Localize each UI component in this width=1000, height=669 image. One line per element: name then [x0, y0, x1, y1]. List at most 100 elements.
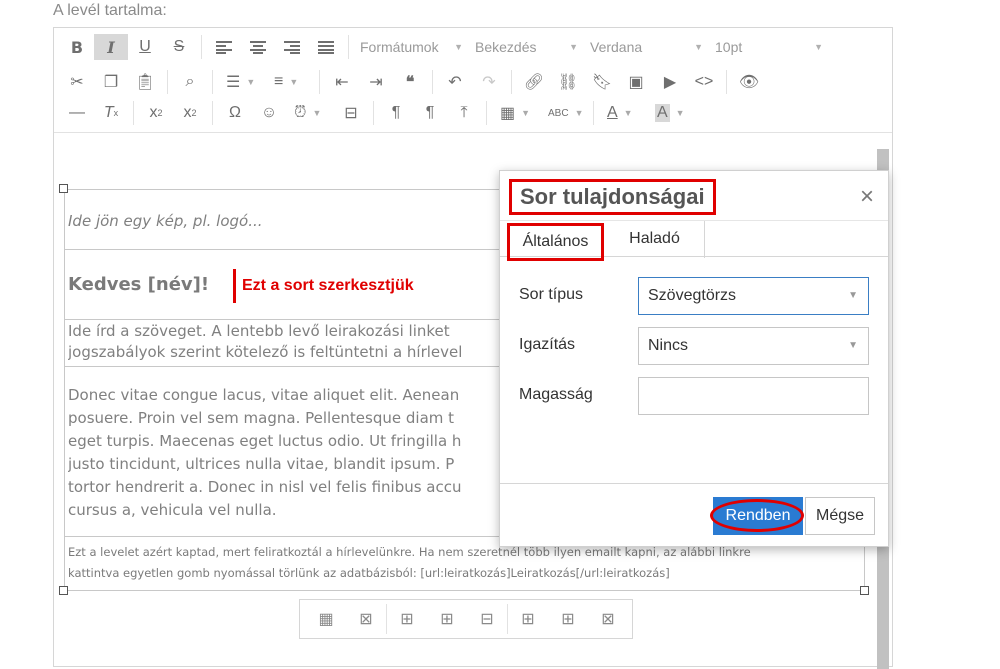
alignment-value: Nincs [648, 337, 689, 354]
toolbar-separator [201, 35, 202, 59]
clear-format-icon[interactable]: Tx [94, 100, 128, 126]
blockquote-icon[interactable]: ❝ [393, 69, 427, 95]
toolbar-separator [593, 101, 594, 125]
strikethrough-icon[interactable]: S [162, 34, 196, 60]
resize-handle-bottom-right[interactable] [860, 586, 869, 595]
page-break-icon[interactable]: ⊟ [334, 100, 368, 126]
toolbar-separator [319, 70, 320, 94]
delete-row-icon[interactable]: ⊟ [467, 604, 507, 634]
annotation-note: Ezt a sort szerkesztjük [233, 269, 414, 303]
height-field: Magasság [519, 377, 871, 415]
table-icon[interactable]: ▦ ▼ [492, 100, 540, 126]
ok-button[interactable]: Rendben [710, 497, 804, 535]
tab-advanced[interactable]: Haladó [605, 221, 705, 258]
superscript-icon[interactable]: x2 [173, 100, 207, 126]
align-left-icon[interactable] [207, 34, 241, 60]
insert-row-after-icon[interactable]: ⊞ [427, 604, 467, 634]
insert-row-before-icon[interactable]: ⊞ [387, 604, 427, 634]
numbered-list-icon[interactable]: ≡ ▼ [266, 69, 314, 95]
cancel-button[interactable]: Mégse [805, 497, 875, 535]
font-size-label: 10pt [715, 39, 743, 55]
find-replace-icon[interactable]: ⌕ [173, 69, 207, 95]
toolbar-separator [511, 70, 512, 94]
body-line: posuere. Proin vel sem magna. Pellentesq… [68, 409, 455, 427]
redo-icon[interactable]: ↷ [472, 69, 506, 95]
font-family-label: Verdana [590, 39, 643, 55]
bold-icon[interactable]: B [60, 34, 94, 60]
media-icon[interactable]: ▶ [653, 69, 687, 95]
toolbar-separator [486, 101, 487, 125]
outdent-icon[interactable]: ⇤ [325, 69, 359, 95]
align-center-icon[interactable] [241, 34, 275, 60]
chevron-down-icon: ▼ [848, 290, 858, 301]
row-type-select[interactable]: Szövegtörzs ▼ [638, 277, 869, 315]
link-icon[interactable]: 🔗︎ [517, 69, 551, 95]
bullet-list-icon[interactable]: ☰ ▼ [218, 69, 266, 95]
spellcheck-icon[interactable]: ABC ▼ [540, 100, 588, 126]
toolbar-separator [212, 70, 213, 94]
insert-datetime-icon[interactable]: ⏰︎ ▼ [286, 100, 334, 126]
indent-icon[interactable]: ⇥ [359, 69, 393, 95]
intro-line: jogszabályok szerint kötelező is feltünt… [68, 343, 463, 361]
image-icon[interactable]: ▣ [619, 69, 653, 95]
font-size-dropdown[interactable]: 10pt ▼ [709, 34, 829, 60]
chevron-down-icon: ▼ [814, 42, 823, 52]
insert-column-after-icon[interactable]: ⊞ [548, 604, 588, 634]
alignment-label: Igazítás [519, 336, 576, 353]
intro-line: Ide írd a szöveget. A lentebb levő leira… [68, 322, 450, 340]
body-paragraph: Donec vitae congue lacus, vitae aliquet … [68, 384, 498, 522]
table-properties-icon[interactable]: ▦ [306, 604, 346, 634]
underline-icon[interactable]: U [128, 34, 162, 60]
toolbar-separator [348, 35, 349, 59]
toolbar-row-1: B I U S Formátumok ▼ Bekezdés ▼ Verdana ▼ 1… [60, 33, 829, 61]
subscript-icon[interactable]: x2 [139, 100, 173, 126]
text-color-icon[interactable]: A ▼ [599, 100, 647, 126]
italic-icon[interactable]: I [94, 34, 128, 60]
toolbar-separator [212, 101, 213, 125]
toolbar-row-3: — Tx x2 x2 Ω ☺ ⏰︎ ▼ ⊟ ¶ ¶ ⤒ ▦ ▼ ABC ▼ A ▼ A ▼ [60, 99, 695, 127]
show-invisibles-icon[interactable]: ¶ [413, 100, 447, 126]
cut-icon[interactable]: ✂ [60, 69, 94, 95]
close-icon[interactable]: × [860, 183, 874, 211]
resize-handle-top-left[interactable] [59, 184, 68, 193]
special-char-omega-icon[interactable]: Ω [218, 100, 252, 126]
block-format-dropdown[interactable]: Bekezdés ▼ [469, 34, 584, 60]
height-input[interactable] [638, 377, 869, 415]
logo-placeholder-text: Ide jön egy kép, pl. logó... [68, 212, 263, 230]
bookmark-icon[interactable]: 🔖︎ [585, 69, 619, 95]
align-justify-icon[interactable] [309, 34, 343, 60]
formats-dropdown[interactable]: Formátumok ▼ [354, 34, 469, 60]
resize-handle-bottom-left[interactable] [59, 586, 68, 595]
formats-dropdown-label: Formátumok [360, 39, 439, 55]
source-code-icon[interactable]: <> [687, 69, 721, 95]
undo-icon[interactable]: ↶ [438, 69, 472, 95]
row-type-value: Szövegtörzs [648, 287, 737, 304]
align-right-icon[interactable] [275, 34, 309, 60]
insert-template-icon[interactable]: ⤒ [447, 100, 481, 126]
copy-icon[interactable]: ❐ [94, 69, 128, 95]
unlink-icon[interactable]: ⛓ [551, 69, 585, 95]
height-label: Magasság [519, 386, 593, 403]
highlight-ring [710, 499, 804, 532]
emoticon-icon[interactable]: ☺ [252, 100, 286, 126]
insert-column-before-icon[interactable]: ⊞ [508, 604, 548, 634]
background-color-icon[interactable]: A ▼ [647, 100, 695, 126]
delete-column-icon[interactable]: ⊠ [588, 604, 628, 634]
content-field-label: A levél tartalma: [53, 2, 167, 19]
chevron-down-icon: ▼ [848, 340, 858, 351]
toolbar-separator [726, 70, 727, 94]
block-format-label: Bekezdés [475, 39, 537, 55]
paste-icon[interactable]: 📋︎ [128, 69, 162, 95]
row-type-label: Sor típus [519, 286, 584, 303]
chevron-down-icon: ▼ [569, 42, 578, 52]
delete-table-icon[interactable]: ⊠ [346, 604, 386, 634]
toolbar-separator [373, 101, 374, 125]
horizontal-rule-icon[interactable]: — [60, 100, 94, 126]
greeting-heading: Kedves [név]! [68, 274, 210, 295]
tab-general[interactable]: Általános [507, 223, 604, 261]
show-blocks-icon[interactable]: ¶ [379, 100, 413, 126]
row-type-field: Sor típus Szövegtörzs ▼ [519, 277, 871, 315]
preview-eye-icon[interactable]: 👁︎ [732, 69, 766, 95]
font-family-dropdown[interactable]: Verdana ▼ [584, 34, 709, 60]
alignment-select[interactable]: Nincs ▼ [638, 327, 869, 365]
